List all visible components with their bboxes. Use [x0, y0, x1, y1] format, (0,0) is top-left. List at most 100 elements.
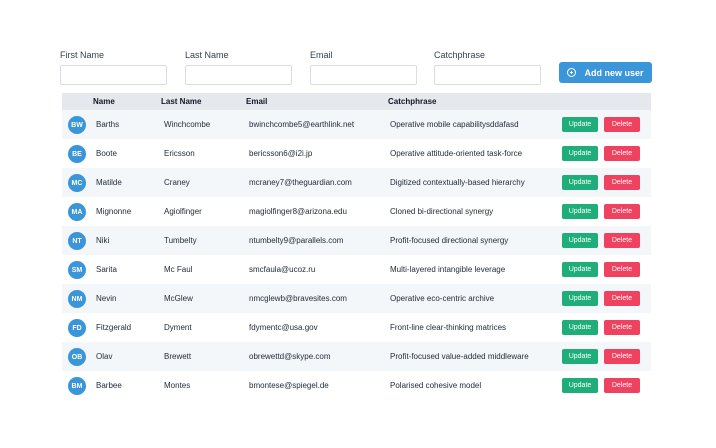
delete-button[interactable]: Delete	[604, 146, 640, 161]
table-row: MA Mignonne Agiolfinger magiolfinger8@arizo…	[62, 197, 651, 226]
add-new-user-label: Add new user	[584, 67, 644, 78]
catchphrase-cell: Operative attitude-oriented task-force	[390, 149, 523, 158]
table-row: SM Sarita Mc Faul smcfaula@ucoz.ru Multi-lay…	[62, 255, 651, 284]
update-button[interactable]: Update	[562, 291, 598, 306]
avatar: NM	[68, 290, 86, 308]
update-button[interactable]: Update	[562, 262, 598, 277]
first-name-input[interactable]	[60, 65, 167, 85]
delete-button[interactable]: Delete	[604, 349, 640, 364]
first-name-cell: Boote	[96, 149, 117, 158]
first-name-cell: Niki	[96, 236, 110, 245]
delete-button[interactable]: Delete	[604, 378, 640, 393]
last-name-label: Last Name	[185, 50, 229, 60]
email-cell: smcfaula@ucoz.ru	[249, 265, 316, 274]
catchphrase-input[interactable]	[434, 65, 541, 85]
table-row: BE Boote Ericsson bericsson6@i2i.jp Operativ…	[62, 139, 651, 168]
first-name-cell: Mignonne	[96, 207, 132, 216]
last-name-cell: Brewett	[164, 352, 192, 361]
last-name-cell: Craney	[164, 178, 190, 187]
email-cell: fdymentc@usa.gov	[249, 323, 318, 332]
update-button[interactable]: Update	[562, 146, 598, 161]
table-body: BW Barths Winchcombe bwinchcombe5@earthlink…	[62, 110, 651, 400]
catchphrase-cell: Front-line clear-thinking matrices	[390, 323, 507, 332]
update-button[interactable]: Update	[562, 349, 598, 364]
email-cell: nmcglewb@bravesites.com	[249, 294, 347, 303]
add-new-user-button[interactable]: Add new user	[559, 62, 652, 83]
last-name-cell: Dyment	[164, 323, 192, 332]
last-name-input[interactable]	[185, 65, 292, 85]
table-row: NM Nevin McGlew nmcglewb@bravesites.com Oper…	[62, 284, 651, 313]
first-name-cell: Barbee	[96, 381, 122, 390]
catchphrase-cell: Digitized contextually-based hierarchy	[390, 178, 525, 187]
first-name-group: First Name	[60, 50, 167, 85]
avatar: BW	[68, 116, 86, 134]
last-name-cell: Mc Faul	[164, 265, 193, 274]
update-button[interactable]: Update	[562, 204, 598, 219]
add-user-form: First Name Last Name Email Catchphrase A…	[60, 50, 660, 86]
last-name-cell: Tumbelty	[164, 236, 197, 245]
last-name-cell: Ericsson	[164, 149, 195, 158]
avatar: MC	[68, 174, 86, 192]
avatar: OB	[68, 348, 86, 366]
catchphrase-label: Catchphrase	[434, 50, 486, 60]
header-email: Email	[246, 97, 268, 106]
delete-button[interactable]: Delete	[604, 291, 640, 306]
avatar: BM	[68, 377, 86, 395]
header-catchphrase: Catchphrase	[388, 97, 437, 106]
catchphrase-cell: Profit-focused directional synergy	[390, 236, 509, 245]
avatar: MA	[68, 203, 86, 221]
delete-button[interactable]: Delete	[604, 233, 640, 248]
last-name-cell: Agiolfinger	[164, 207, 202, 216]
header-last-name: Last Name	[161, 97, 202, 106]
last-name-cell: Winchcombe	[164, 120, 211, 129]
catchphrase-cell: Operative eco-centric archive	[390, 294, 495, 303]
email-cell: mcraney7@theguardian.com	[249, 178, 352, 187]
last-name-group: Last Name	[185, 50, 292, 85]
update-button[interactable]: Update	[562, 175, 598, 190]
first-name-cell: Olav	[96, 352, 113, 361]
delete-button[interactable]: Delete	[604, 320, 640, 335]
avatar: FD	[68, 319, 86, 337]
delete-button[interactable]: Delete	[604, 117, 640, 132]
table-header: Name Last Name Email Catchphrase	[62, 93, 651, 110]
email-label: Email	[310, 50, 333, 60]
first-name-cell: Matilde	[96, 178, 122, 187]
delete-button[interactable]: Delete	[604, 204, 640, 219]
table-row: FD Fitzgerald Dyment fdymentc@usa.gov Front-…	[62, 313, 651, 342]
table-row: BM Barbee Montes bmontese@spiegel.de Polaris…	[62, 371, 651, 400]
avatar: SM	[68, 261, 86, 279]
update-button[interactable]: Update	[562, 117, 598, 132]
catchphrase-cell: Polarised cohesive model	[390, 381, 482, 390]
last-name-cell: Montes	[164, 381, 191, 390]
catchphrase-cell: Cloned bi-directional synergy	[390, 207, 494, 216]
catchphrase-group: Catchphrase	[434, 50, 541, 85]
update-button[interactable]: Update	[562, 233, 598, 248]
update-button[interactable]: Update	[562, 320, 598, 335]
table-row: BW Barths Winchcombe bwinchcombe5@earthlink…	[62, 110, 651, 139]
email-cell: magiolfinger8@arizona.edu	[249, 207, 347, 216]
email-cell: obrewettd@skype.com	[249, 352, 331, 361]
email-cell: bmontese@spiegel.de	[249, 381, 329, 390]
first-name-label: First Name	[60, 50, 105, 60]
catchphrase-cell: Multi-layered intangible leverage	[390, 265, 506, 274]
catchphrase-cell: Operative mobile capabilitysddafasd	[390, 120, 519, 129]
users-table: Name Last Name Email Catchphrase BW Barth…	[62, 93, 651, 400]
avatar: BE	[68, 145, 86, 163]
header-name: Name	[93, 97, 115, 106]
update-button[interactable]: Update	[562, 378, 598, 393]
email-cell: bericsson6@i2i.jp	[249, 149, 313, 158]
table-row: OB Olav Brewett obrewettd@skype.com Profit-f…	[62, 342, 651, 371]
first-name-cell: Barths	[96, 120, 120, 129]
catchphrase-cell: Profit-focused value-added middleware	[390, 352, 529, 361]
email-cell: bwinchcombe5@earthlink.net	[249, 120, 355, 129]
email-group: Email	[310, 50, 417, 85]
first-name-cell: Nevin	[96, 294, 117, 303]
email-cell: ntumbelty9@parallels.com	[249, 236, 344, 245]
avatar: NT	[68, 232, 86, 250]
table-row: NT Niki Tumbelty ntumbelty9@parallels.com Pr…	[62, 226, 651, 255]
table-row: MC Matilde Craney mcraney7@theguardian.com D…	[62, 168, 651, 197]
delete-button[interactable]: Delete	[604, 262, 640, 277]
delete-button[interactable]: Delete	[604, 175, 640, 190]
email-input[interactable]	[310, 65, 417, 85]
first-name-cell: Sarita	[96, 265, 117, 274]
